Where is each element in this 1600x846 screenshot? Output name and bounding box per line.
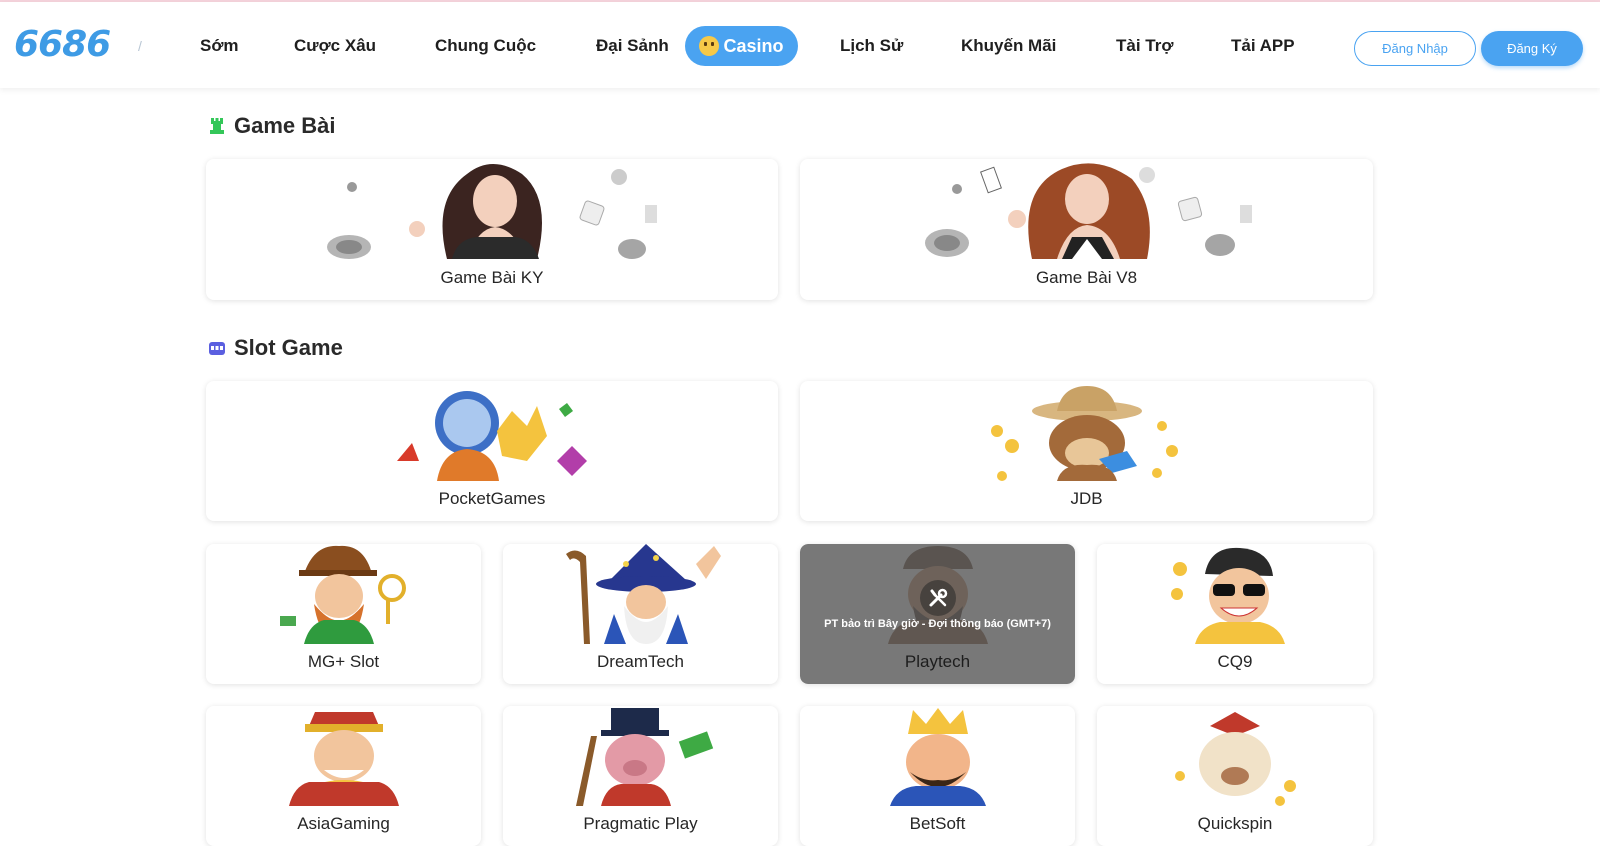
nav-cuoc-xau[interactable]: Cược Xâu (294, 36, 376, 56)
fortune-god-art (288, 712, 399, 806)
provider-card[interactable]: AsiaGaming (206, 706, 481, 846)
nav-som[interactable]: Sớm (200, 36, 239, 56)
provider-card[interactable]: JDB (800, 381, 1373, 521)
section-title-text: Slot Game (234, 335, 343, 360)
smiley-icon (699, 36, 720, 56)
section-title-game-bai: Game Bài (208, 113, 336, 139)
card-label: CQ9 (1217, 652, 1253, 671)
nav-khuyen-mai[interactable]: Khuyến Mãi (961, 36, 1056, 56)
sunglasses-man-art (1171, 547, 1285, 644)
card-label: DreamTech (597, 652, 684, 671)
girl-cards-art (924, 163, 1252, 259)
divider-slash: / (138, 38, 142, 54)
rook-icon (210, 118, 224, 134)
card-label: Game Bài KY (440, 268, 544, 287)
card-label: Playtech (904, 652, 971, 671)
nav-tai-tro[interactable]: Tài Trợ (1116, 36, 1173, 56)
girl-dealer-art (327, 164, 657, 259)
provider-card[interactable]: MG+ Slot (206, 544, 481, 684)
card-label: PocketGames (438, 489, 546, 508)
nav-casino[interactable]: Casino (685, 26, 798, 66)
leprechaun-art (279, 545, 406, 644)
login-button[interactable]: Đăng Nhập (1354, 31, 1476, 66)
card-label: JDB (1070, 489, 1103, 508)
card-label: AsiaGaming (297, 814, 390, 833)
card-label: Quickspin (1197, 814, 1273, 833)
astronaut-art (397, 391, 587, 481)
logo[interactable]: 6686 (14, 24, 111, 65)
card-label: MG+ Slot (307, 652, 380, 671)
king-art (889, 708, 986, 806)
dog-art (1175, 712, 1296, 806)
card-label: Game Bài V8 (1035, 268, 1138, 287)
nav-tai-app[interactable]: Tải APP (1231, 36, 1295, 56)
provider-card[interactable]: PocketGames (206, 381, 778, 521)
provider-card[interactable]: DreamTech (503, 544, 778, 684)
provider-card-maintenance[interactable]: PT bảo trì Bây giờ - Đợi thông báo (GMT+… (800, 544, 1075, 684)
provider-card[interactable]: Game Bài V8 (800, 159, 1373, 300)
provider-card[interactable]: BetSoft (800, 706, 1075, 846)
card-label: BetSoft (909, 814, 966, 833)
nav-chung-cuoc[interactable]: Chung Cuộc (435, 36, 536, 56)
provider-card[interactable]: Quickspin (1097, 706, 1373, 846)
nav-lich-su[interactable]: Lịch Sử (840, 36, 903, 56)
wizard-art (565, 544, 721, 644)
card-label: Pragmatic Play (583, 814, 698, 833)
nav-casino-label: Casino (723, 35, 784, 56)
provider-card[interactable]: Pragmatic Play (503, 706, 778, 846)
provider-card[interactable]: Game Bài KY (206, 159, 778, 300)
wrench-screwdriver-icon (919, 580, 956, 616)
header: 6686 / Sớm Cược Xâu Chung Cuộc Đại Sảnh … (0, 2, 1600, 88)
provider-card[interactable]: CQ9 (1097, 544, 1373, 684)
register-button[interactable]: Đăng Ký (1481, 31, 1583, 66)
section-title-text: Game Bài (234, 113, 336, 138)
maintenance-text: PT bảo trì Bây giờ - Đợi thông báo (GMT+… (824, 618, 1051, 630)
section-title-slot-game: Slot Game (208, 335, 343, 361)
nav-dai-sanh[interactable]: Đại Sảnh (596, 36, 669, 56)
cowboy-dog-art (990, 386, 1178, 481)
pig-art (575, 708, 713, 806)
slot-machine-icon (209, 342, 225, 355)
